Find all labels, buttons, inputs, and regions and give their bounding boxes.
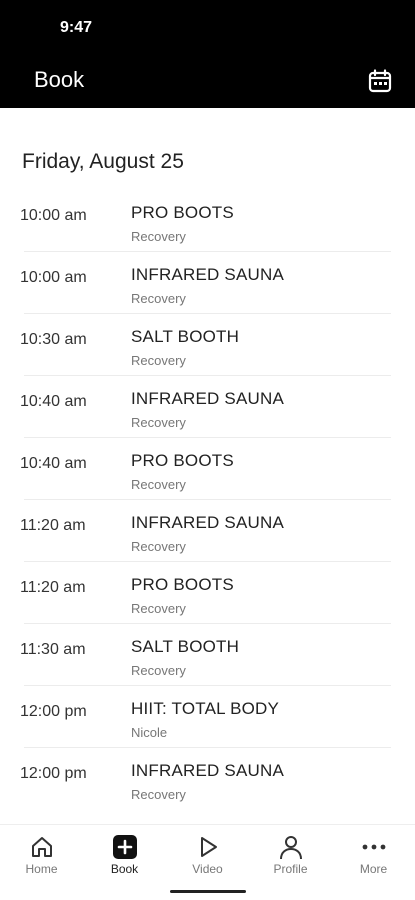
nav-book[interactable]: Book: [83, 825, 166, 885]
class-row[interactable]: 11:20 am INFRARED SAUNA Recovery: [0, 500, 415, 562]
class-row[interactable]: 12:00 pm HIIT: TOTAL BODY Nicole: [0, 686, 415, 748]
class-subtitle: Recovery: [131, 663, 186, 678]
status-time: 9:47: [60, 19, 93, 36]
nav-video[interactable]: Video: [166, 825, 249, 885]
class-name: PRO BOOTS: [131, 575, 234, 594]
class-name: INFRARED SAUNA: [131, 761, 284, 780]
class-time: 11:20 am: [20, 517, 86, 534]
nav-label-more: More: [359, 862, 388, 876]
class-name: PRO BOOTS: [131, 203, 234, 222]
class-time: 12:00 pm: [20, 703, 87, 720]
class-time: 10:00 am: [20, 269, 87, 286]
class-name: SALT BOOTH: [131, 327, 240, 346]
app-header: Book: [0, 55, 415, 108]
class-name: INFRARED SAUNA: [131, 389, 284, 408]
class-name: PRO BOOTS: [131, 451, 234, 470]
calendar-button[interactable]: [366, 67, 394, 95]
class-name: SALT BOOTH: [131, 637, 240, 656]
nav-label-video: Video: [192, 862, 223, 876]
home-indicator: [170, 890, 246, 893]
class-time: 12:00 pm: [20, 765, 87, 782]
class-row[interactable]: 12:00 pm INFRARED SAUNA Recovery: [0, 748, 415, 810]
class-subtitle: Recovery: [131, 415, 186, 430]
class-name: HIIT: TOTAL BODY: [131, 699, 280, 718]
class-time: 11:30 am: [20, 641, 86, 658]
nav-profile[interactable]: Profile: [249, 825, 332, 885]
class-time: 10:30 am: [20, 331, 87, 348]
class-name: INFRARED SAUNA: [131, 513, 284, 532]
home-icon: [32, 837, 52, 857]
class-subtitle: Recovery: [131, 353, 186, 368]
class-subtitle: Recovery: [131, 601, 186, 616]
page-title: Book: [34, 67, 85, 92]
class-name: INFRARED SAUNA: [131, 265, 284, 284]
nav-home[interactable]: Home: [0, 825, 83, 885]
class-row[interactable]: 10:00 am INFRARED SAUNA Recovery: [0, 252, 415, 314]
class-subtitle: Recovery: [131, 477, 186, 492]
class-subtitle: Recovery: [131, 229, 186, 244]
bottom-nav: Home Book Video Profile More: [0, 824, 415, 900]
calendar-icon: [368, 69, 392, 93]
class-time: 10:40 am: [20, 455, 87, 472]
class-row[interactable]: 10:40 am PRO BOOTS Recovery: [0, 438, 415, 500]
plus-icon: [113, 835, 137, 859]
nav-label-book: Book: [110, 862, 139, 876]
person-icon: [280, 836, 302, 860]
date-heading: Friday, August 25: [22, 150, 184, 173]
class-row[interactable]: 10:40 am INFRARED SAUNA Recovery: [0, 376, 415, 438]
class-subtitle: Nicole: [131, 725, 168, 740]
status-bar: 9:47: [0, 0, 415, 55]
nav-label-profile: Profile: [273, 862, 308, 876]
class-time: 10:00 am: [20, 207, 87, 224]
nav-label-home: Home: [25, 862, 58, 876]
class-time: 11:20 am: [20, 579, 86, 596]
class-row[interactable]: 11:20 am PRO BOOTS Recovery: [0, 562, 415, 624]
class-row[interactable]: 11:30 am SALT BOOTH Recovery: [0, 624, 415, 686]
class-subtitle: Recovery: [131, 539, 186, 554]
nav-more[interactable]: More: [332, 825, 415, 885]
class-row[interactable]: 10:30 am SALT BOOTH Recovery: [0, 314, 415, 376]
class-row[interactable]: 10:00 am PRO BOOTS Recovery: [0, 190, 415, 252]
class-subtitle: Recovery: [131, 787, 186, 802]
class-list: 10:00 am PRO BOOTS Recovery 10:00 am INFRARE…: [0, 190, 415, 810]
more-icon: [362, 844, 386, 850]
class-subtitle: Recovery: [131, 291, 186, 306]
class-time: 10:40 am: [20, 393, 87, 410]
play-icon: [201, 837, 217, 857]
